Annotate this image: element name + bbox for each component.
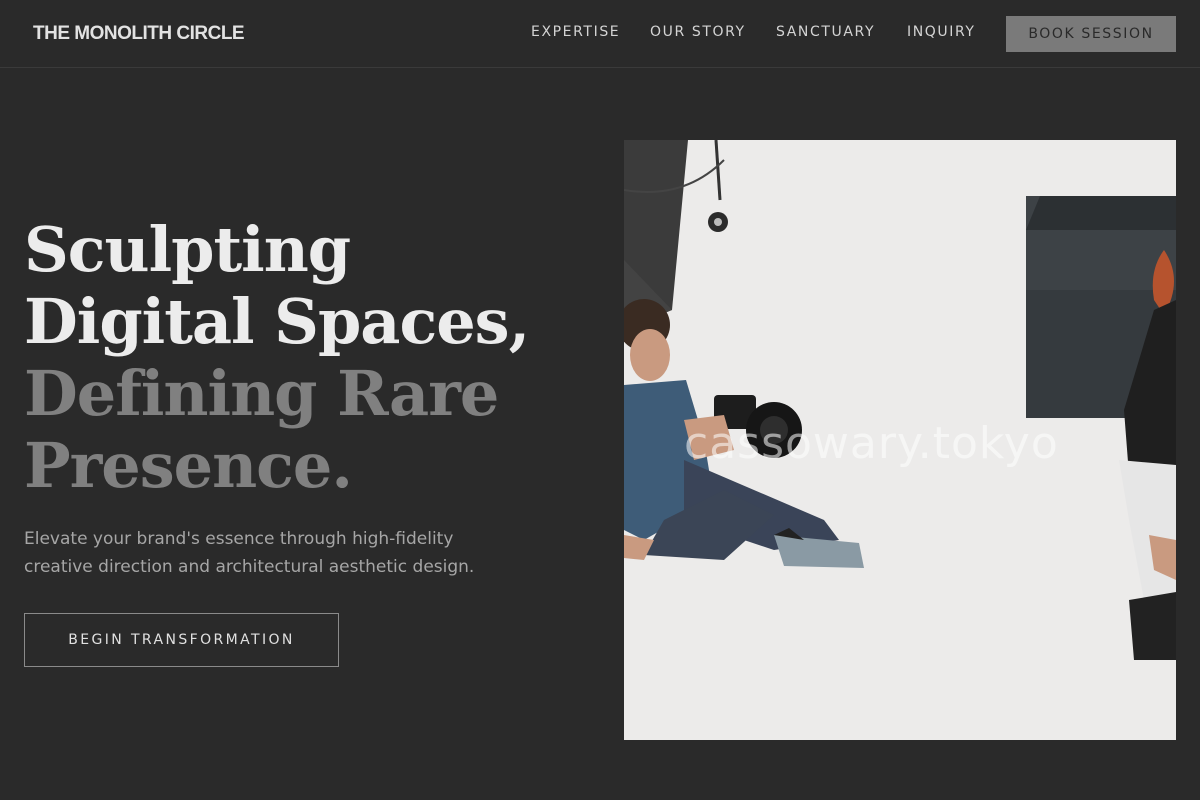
watermark-text: cassowary.tokyo <box>684 418 1059 469</box>
book-session-button[interactable]: BOOK SESSION <box>1006 16 1176 52</box>
headline-line-3: Defining Rare <box>24 357 499 430</box>
headline-line-4: Presence. <box>24 429 353 502</box>
hero-photo: cassowary.tokyo <box>624 140 1176 740</box>
headline-line-1: Sculpting <box>24 213 351 286</box>
nav-link-our-story[interactable]: OUR STORY <box>650 24 746 40</box>
begin-transformation-button[interactable]: BEGIN TRANSFORMATION <box>24 613 339 667</box>
hero-headline: Sculpting Digital Spaces, Defining Rare … <box>24 213 530 502</box>
photoshoot-illustration: cassowary.tokyo <box>624 140 1176 740</box>
nav-link-inquiry[interactable]: INQUIRY <box>907 24 976 40</box>
hero-subtitle: Elevate your brand's essence through hig… <box>24 529 475 577</box>
brand-logo[interactable]: THE MONOLITH CIRCLE <box>33 23 245 45</box>
headline-line-2: Digital Spaces, <box>24 285 530 358</box>
nav-link-sanctuary[interactable]: SANCTUARY <box>776 24 875 40</box>
nav-link-expertise[interactable]: EXPERTISE <box>531 24 620 40</box>
top-navigation-bar: THE MONOLITH CIRCLE EXPERTISE OUR STORY … <box>0 0 1200 68</box>
